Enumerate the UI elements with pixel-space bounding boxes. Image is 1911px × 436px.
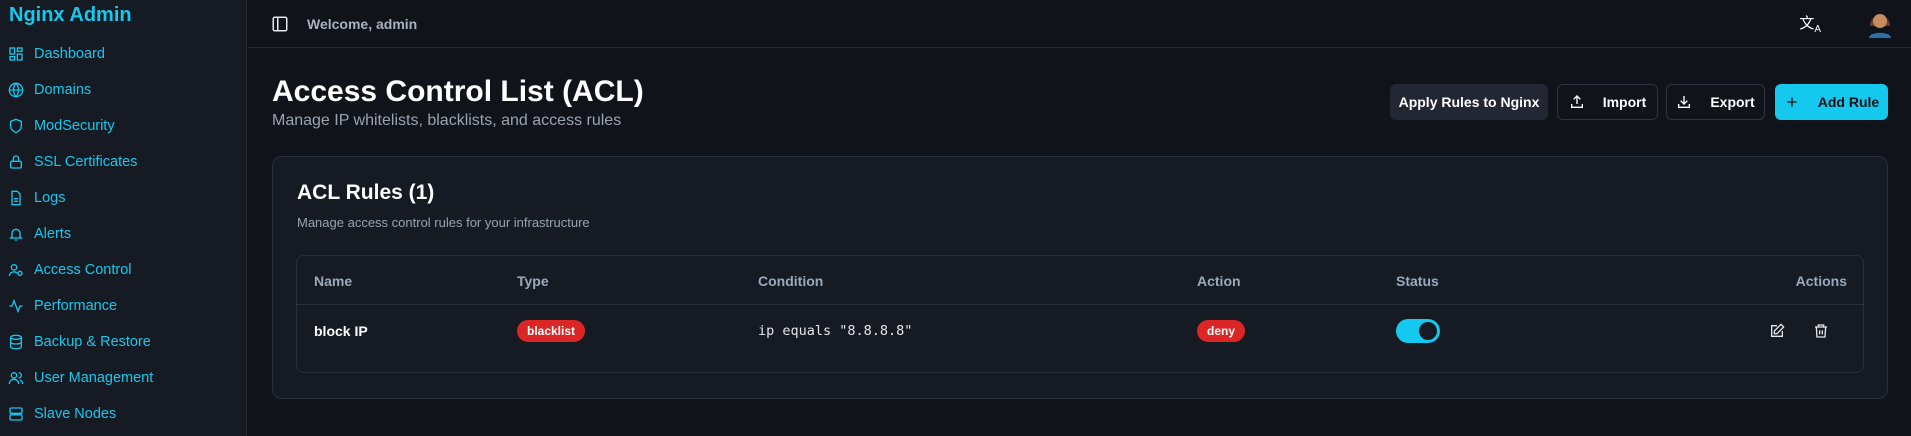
header-divider: [297, 304, 1863, 305]
download-icon: [1678, 96, 1691, 108]
top-bar: Welcome, admin 文A: [247, 0, 1911, 48]
acl-rules-card: ACL Rules (1) Manage access control rule…: [272, 156, 1888, 399]
page-subtitle: Manage IP whitelists, blacklists, and ac…: [272, 112, 622, 129]
import-button[interactable]: Import: [1557, 84, 1658, 120]
globe-icon: [8, 82, 24, 98]
apply-rules-label: Apply Rules to Nginx: [1398, 94, 1540, 110]
sidebar: Nginx Admin Dashboard Domains ModSecurit…: [0, 0, 247, 436]
edit-icon[interactable]: [1769, 323, 1785, 339]
sidebar-item-backup[interactable]: Backup & Restore: [8, 324, 153, 360]
rule-name: block IP: [314, 323, 368, 339]
action-badge: deny: [1197, 320, 1246, 342]
sidebar-item-label: Access Control: [34, 262, 132, 278]
brand-title: Nginx Admin: [9, 4, 132, 26]
sidebar-item-label: Backup & Restore: [34, 334, 151, 350]
bell-icon: [9, 228, 23, 241]
activity-icon: [9, 298, 23, 314]
sidebar-item-modsecurity[interactable]: ModSecurity: [8, 108, 153, 144]
export-label: Export: [1710, 94, 1755, 110]
upload-icon: [1570, 95, 1583, 108]
sidebar-item-label: Logs: [34, 190, 66, 206]
translate-icon[interactable]: 文A: [1799, 12, 1821, 35]
status-toggle[interactable]: [1396, 319, 1440, 343]
column-header-actions: Actions: [1795, 273, 1847, 289]
type-badge: blacklist: [517, 320, 586, 342]
apply-rules-button[interactable]: Apply Rules to Nginx: [1390, 84, 1548, 120]
sidebar-item-label: Alerts: [34, 226, 72, 242]
dashboard-icon: [9, 47, 23, 61]
acl-table: Name Type Condition Action Status Action…: [296, 255, 1864, 373]
card-description: Manage access control rules for your inf…: [297, 215, 590, 230]
sidebar-nav: Dashboard Domains ModSecurity SSL Certif…: [8, 36, 153, 432]
sidebar-item-performance[interactable]: Performance: [8, 288, 153, 324]
sidebar-item-label: Slave Nodes: [34, 406, 117, 422]
column-header-status: Status: [1396, 273, 1439, 289]
sidebar-item-label: ModSecurity: [34, 118, 115, 134]
column-header-action: Action: [1197, 273, 1241, 289]
sidebar-item-access-control[interactable]: Access Control: [8, 252, 153, 288]
import-label: Import: [1602, 94, 1647, 110]
shield-icon: [10, 118, 22, 134]
sidebar-toggle-icon[interactable]: [271, 15, 289, 33]
avatar[interactable]: [1865, 6, 1895, 38]
server-icon: [9, 407, 23, 421]
sidebar-item-slave-nodes[interactable]: Slave Nodes: [8, 396, 153, 432]
page-title: Access Control List (ACL): [272, 75, 644, 108]
column-header-type: Type: [517, 273, 549, 289]
sidebar-item-label: Dashboard: [34, 46, 105, 62]
plus-icon: [1787, 97, 1797, 107]
sidebar-item-ssl[interactable]: SSL Certificates: [8, 144, 153, 180]
export-button[interactable]: Export: [1666, 84, 1765, 120]
file-icon: [11, 190, 21, 206]
column-header-name: Name: [314, 273, 353, 289]
add-rule-button[interactable]: Add Rule: [1775, 84, 1888, 120]
rule-condition: ip equals "8.8.8.8": [758, 323, 913, 339]
sidebar-item-user-management[interactable]: User Management: [8, 360, 153, 396]
sidebar-item-logs[interactable]: Logs: [8, 180, 153, 216]
sidebar-item-label: SSL Certificates: [34, 154, 138, 170]
user-key-icon: [8, 264, 23, 277]
lock-icon: [10, 155, 22, 169]
sidebar-item-label: User Management: [34, 370, 154, 386]
sidebar-item-alerts[interactable]: Alerts: [8, 216, 153, 252]
trash-icon[interactable]: [1813, 323, 1829, 339]
add-rule-label: Add Rule: [1817, 94, 1880, 110]
sidebar-item-domains[interactable]: Domains: [8, 72, 153, 108]
database-icon: [10, 334, 22, 350]
sidebar-item-label: Domains: [34, 82, 92, 98]
column-header-condition: Condition: [758, 273, 824, 289]
sidebar-item-dashboard[interactable]: Dashboard: [8, 36, 153, 72]
card-title: ACL Rules (1): [297, 181, 435, 204]
welcome-text: Welcome, admin: [307, 15, 418, 32]
users-icon: [8, 372, 24, 385]
sidebar-item-label: Performance: [34, 298, 118, 314]
